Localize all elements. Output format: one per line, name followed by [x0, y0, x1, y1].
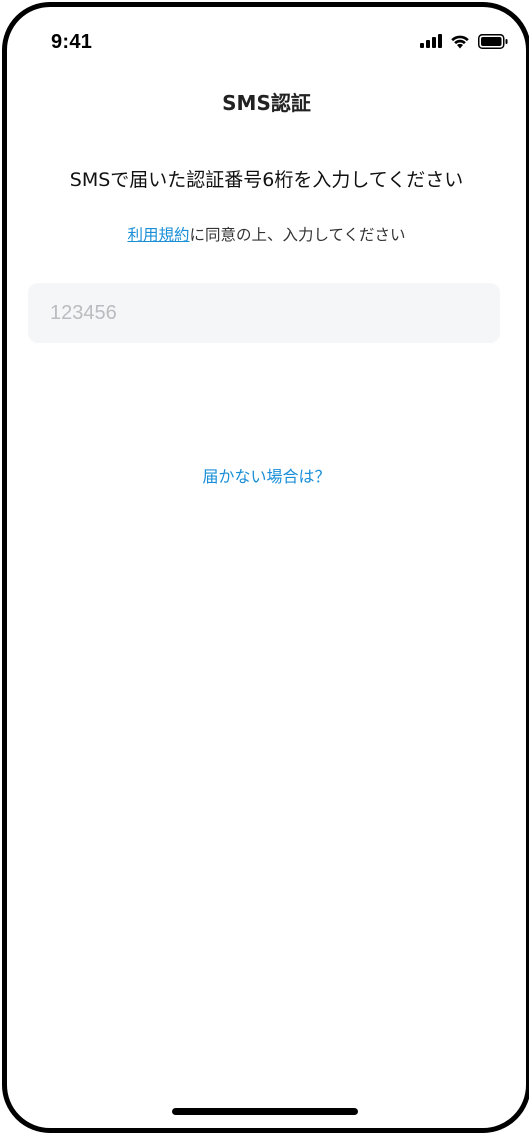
verification-code-input[interactable]	[28, 283, 500, 343]
status-bar: 9:41	[7, 7, 526, 67]
status-time: 9:41	[51, 31, 93, 53]
cellular-signal-icon	[420, 34, 442, 48]
terms-agreement-text: 利用規約に同意の上、入力してください	[7, 223, 526, 245]
status-icons	[420, 33, 508, 49]
home-indicator[interactable]	[172, 1108, 358, 1115]
terms-of-service-link[interactable]: 利用規約	[127, 226, 189, 244]
code-not-received-link[interactable]: 届かない場合は？	[7, 463, 526, 487]
instruction-heading: SMSで届いた認証番号6桁を入力してください	[69, 169, 464, 191]
terms-agreement-rest: に同意の上、入力してください	[189, 226, 406, 244]
wifi-icon	[450, 34, 470, 49]
phone-frame: 9:41 SMS認証 SMSで届いた認証番号6桁を入力してください 利用規約に同…	[2, 2, 529, 1133]
page-title: SMS認証	[222, 91, 311, 115]
battery-icon	[478, 33, 508, 49]
